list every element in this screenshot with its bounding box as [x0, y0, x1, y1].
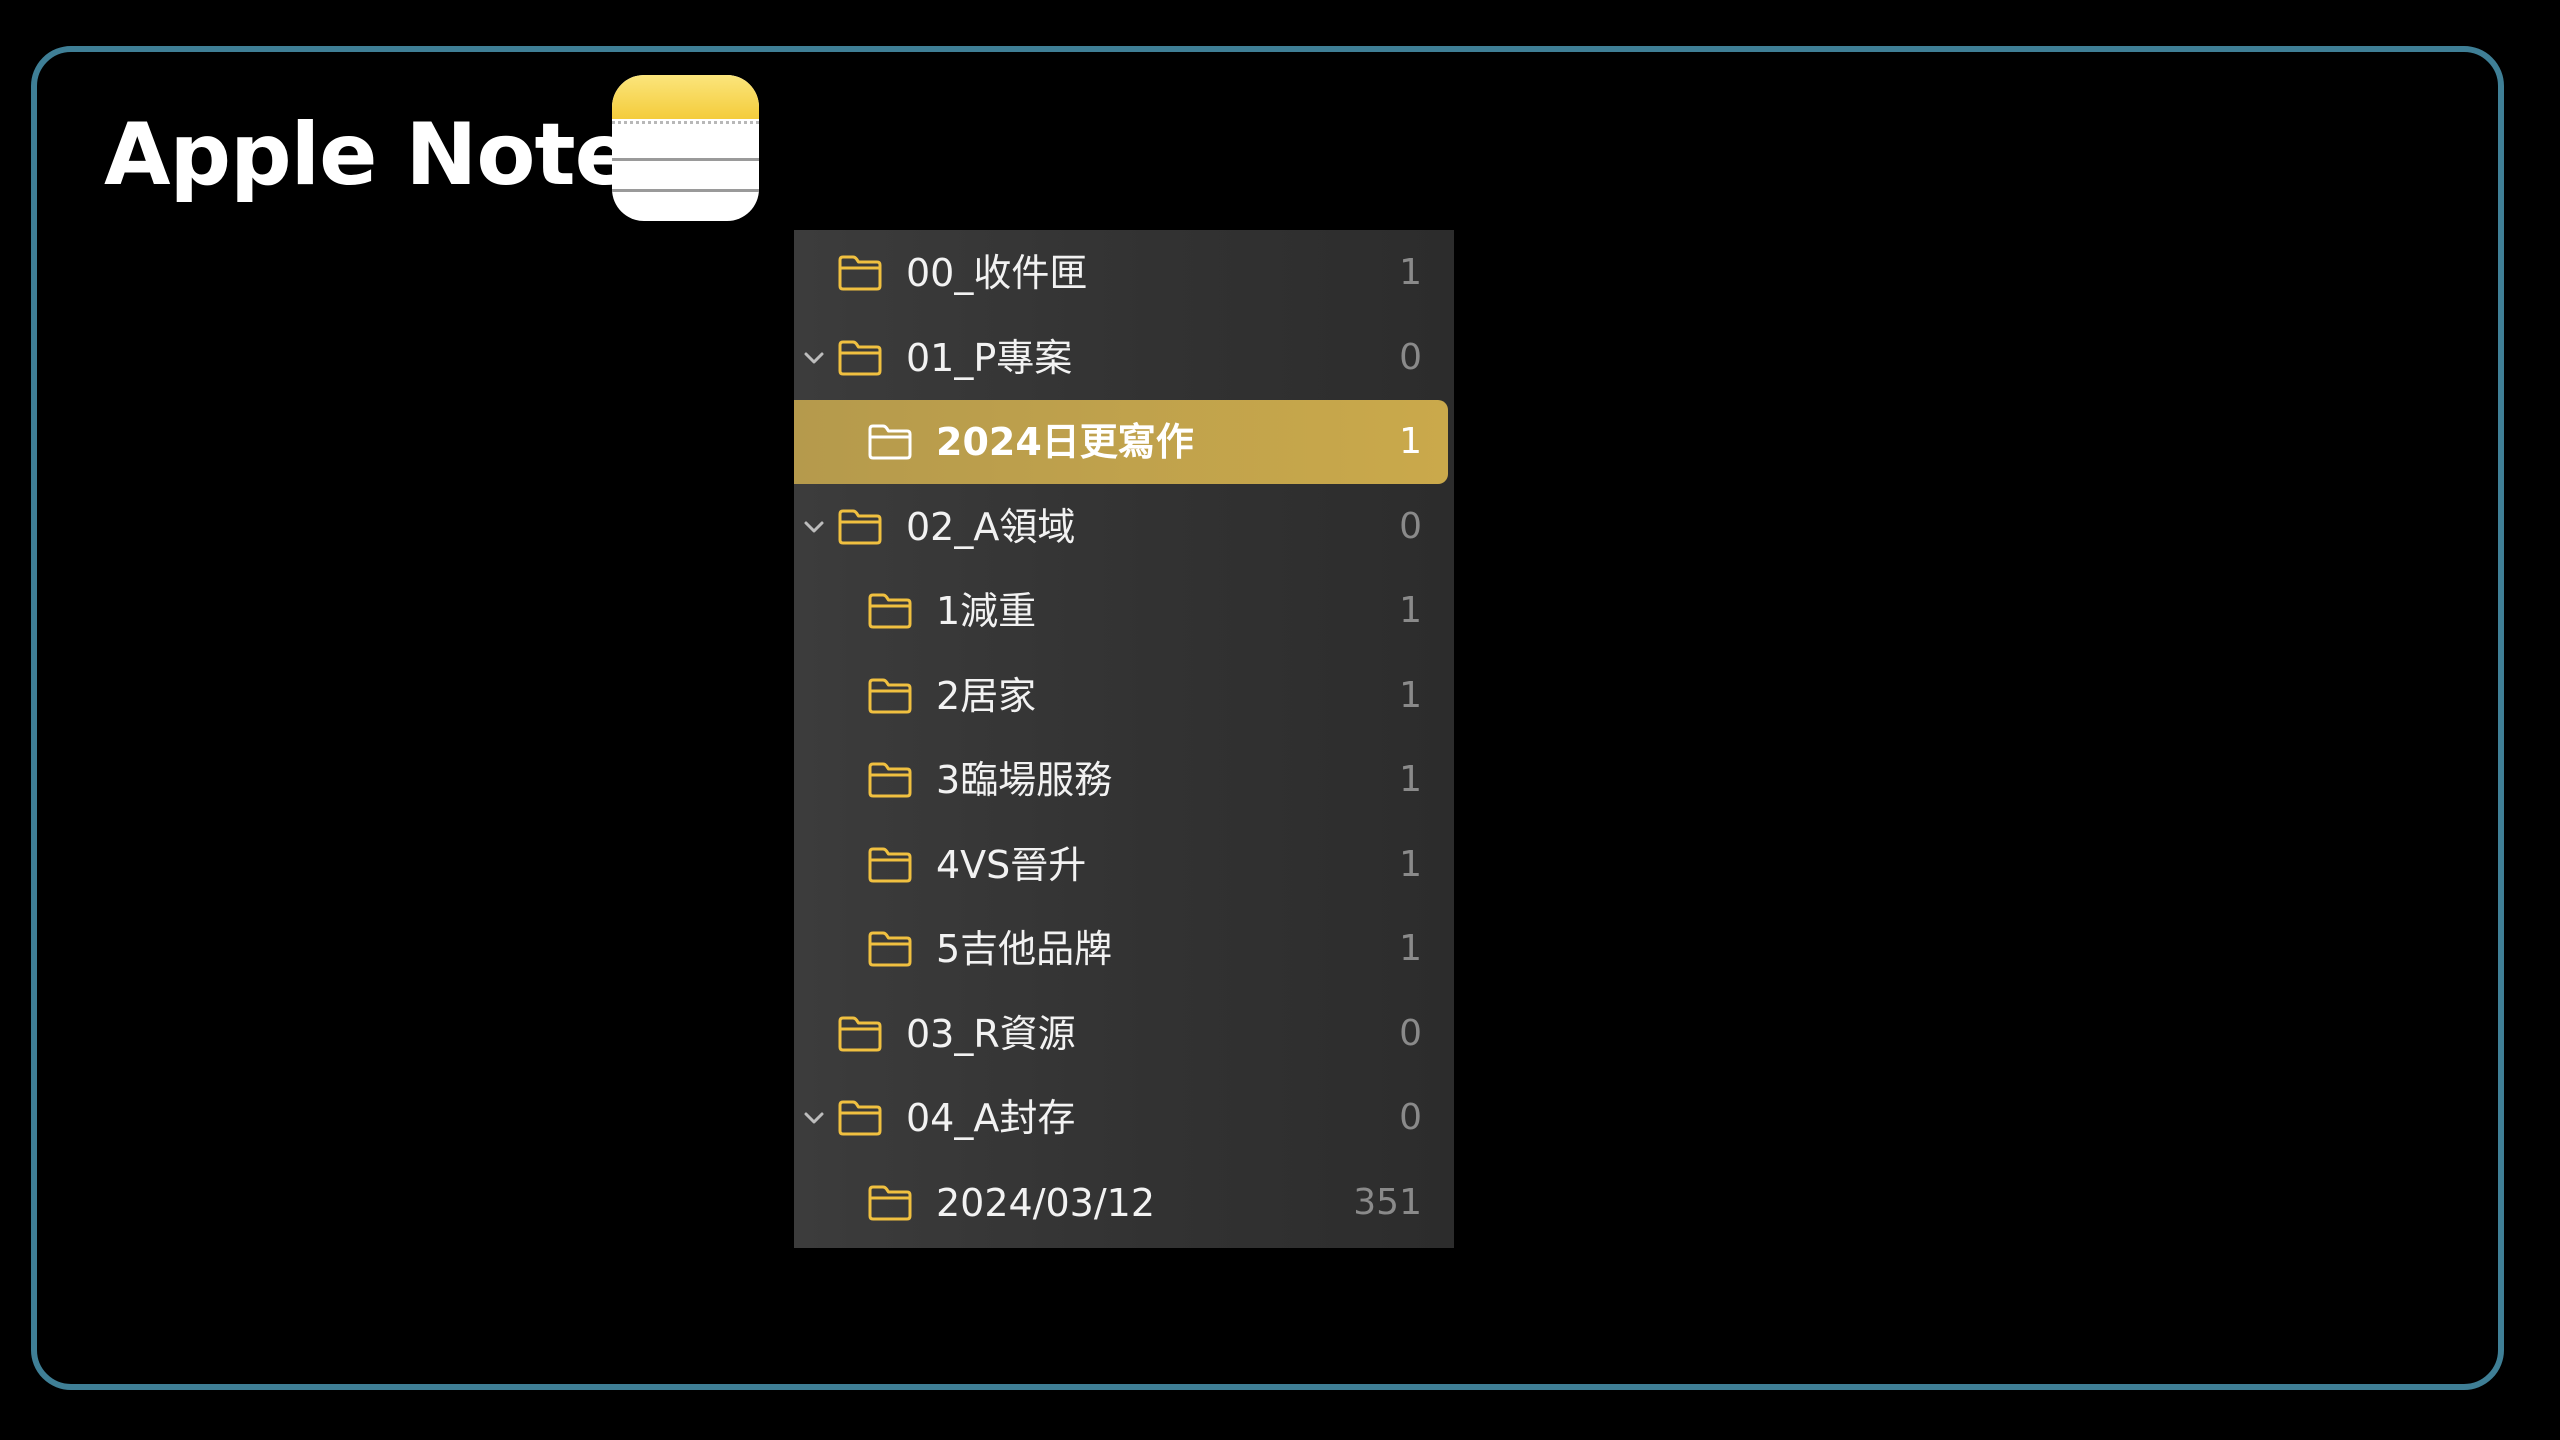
folder-row[interactable]: 04_A封存 0 — [794, 1076, 1454, 1160]
folder-label: 2居家 — [936, 674, 1037, 718]
folder-row[interactable]: 01_P專案 0 — [794, 316, 1454, 400]
folder-icon — [868, 678, 912, 714]
folder-icon — [838, 255, 882, 291]
note-count: 0 — [1399, 1097, 1422, 1138]
folder-label: 4VS晉升 — [936, 843, 1087, 887]
page-title: Apple Note — [104, 105, 633, 205]
folder-icon — [838, 340, 882, 376]
folder-row[interactable]: 00_收件匣 1 — [794, 231, 1454, 315]
note-count: 0 — [1399, 1013, 1422, 1054]
folder-row[interactable]: 02_A領域 0 — [794, 485, 1454, 569]
folder-row[interactable]: 1減重 1 — [794, 569, 1454, 653]
chevron-down-icon[interactable] — [800, 344, 828, 372]
folder-label: 04_A封存 — [906, 1096, 1076, 1140]
folder-label: 03_R資源 — [906, 1012, 1076, 1056]
note-count: 1 — [1399, 675, 1422, 716]
folder-icon — [868, 424, 912, 460]
note-count: 0 — [1399, 337, 1422, 378]
folder-row[interactable]: 5吉他品牌 1 — [794, 907, 1454, 991]
note-count: 351 — [1353, 1182, 1422, 1223]
note-count: 1 — [1399, 590, 1422, 631]
note-count: 1 — [1399, 252, 1422, 293]
chevron-down-icon[interactable] — [800, 513, 828, 541]
folder-icon — [838, 1100, 882, 1136]
folder-label: 3臨場服務 — [936, 758, 1113, 802]
folder-label: 2024/03/12 — [936, 1181, 1156, 1225]
folder-icon — [838, 509, 882, 545]
folder-label: 5吉他品牌 — [936, 927, 1113, 971]
notes-app-icon — [612, 75, 759, 221]
folder-row[interactable]: 2024/03/12 351 — [794, 1161, 1454, 1245]
folder-row[interactable]: 2居家 1 — [794, 654, 1454, 738]
folder-icon — [868, 593, 912, 629]
folder-label: 01_P專案 — [906, 336, 1073, 380]
folder-label: 2024日更寫作 — [936, 420, 1194, 464]
note-count: 1 — [1399, 928, 1422, 969]
folder-row[interactable]: 4VS晉升 1 — [794, 823, 1454, 907]
folder-icon — [868, 931, 912, 967]
folder-row[interactable]: 03_R資源 0 — [794, 992, 1454, 1076]
note-count: 1 — [1399, 421, 1422, 462]
folder-label: 00_收件匣 — [906, 251, 1088, 295]
note-count: 1 — [1399, 844, 1422, 885]
folder-row[interactable]: 3臨場服務 1 — [794, 738, 1454, 822]
folder-label: 1減重 — [936, 589, 1037, 633]
chevron-down-icon[interactable] — [800, 1104, 828, 1132]
note-count: 0 — [1399, 506, 1422, 547]
folder-icon — [868, 847, 912, 883]
note-count: 1 — [1399, 759, 1422, 800]
folder-icon — [838, 1016, 882, 1052]
folder-list: 00_收件匣 1 01_P專案 0 2024日更寫作 1 02_A領域 0 1減重 1 2居家 1 3臨… — [794, 230, 1454, 1248]
folder-row[interactable]: 2024日更寫作 1 — [794, 400, 1448, 484]
folder-icon — [868, 762, 912, 798]
folder-label: 02_A領域 — [906, 505, 1076, 549]
folder-icon — [868, 1185, 912, 1221]
